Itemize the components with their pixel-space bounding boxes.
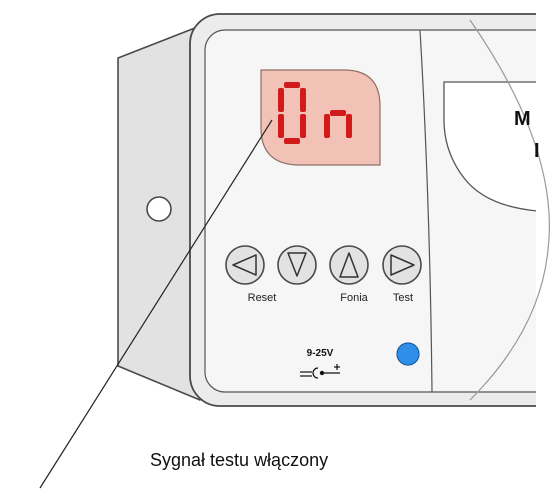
segment-c-digit-1 <box>300 114 306 138</box>
segment-e-digit-2 <box>324 114 330 138</box>
button-label-test: Test <box>392 292 414 304</box>
cut-off-label-line2: I <box>534 140 540 162</box>
segment-d-digit-1 <box>284 138 300 144</box>
segment-b-digit-1 <box>300 88 306 112</box>
button-label-reset: Reset <box>247 292 277 304</box>
down-arrow-button[interactable] <box>277 245 317 285</box>
up-arrow-button[interactable] <box>329 245 369 285</box>
blue-led-icon <box>396 342 420 366</box>
segment-c-digit-2 <box>346 114 352 138</box>
power-voltage-label: 9-25V <box>306 348 334 359</box>
segment-f-digit-1 <box>278 88 284 112</box>
segment-e-digit-1 <box>278 114 284 138</box>
segment-a-digit-1 <box>284 82 300 88</box>
right-arrow-button[interactable] <box>382 245 422 285</box>
caption-text: Sygnał testu włączony <box>150 450 329 470</box>
button-label-fonia: Fonia <box>340 292 368 304</box>
cut-off-label-line1: M <box>514 108 531 130</box>
device-diagram <box>39 13 551 489</box>
mounting-hole-icon <box>146 196 172 222</box>
left-arrow-button[interactable] <box>225 245 265 285</box>
segment-g-digit-2 <box>330 110 346 116</box>
